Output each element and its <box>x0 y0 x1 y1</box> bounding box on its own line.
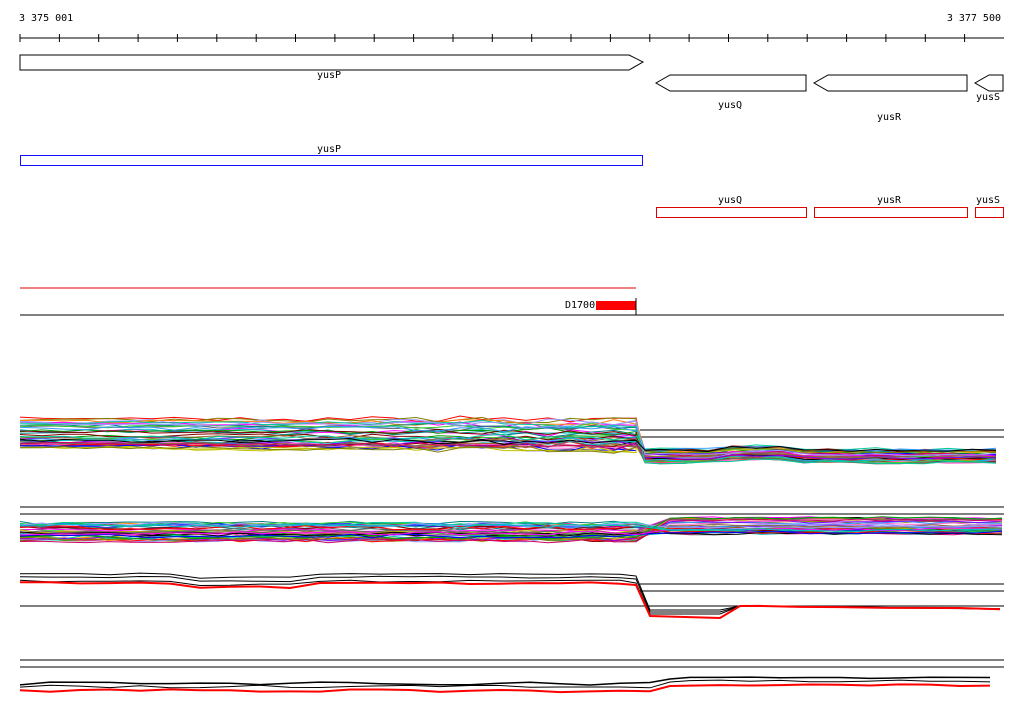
red-gene-label-yusQ: yusQ <box>717 195 743 206</box>
red-gene-label-yusS: yusS <box>975 195 1001 206</box>
expression-trace <box>20 581 1001 620</box>
gene-arrow-yusS[interactable] <box>973 74 1004 92</box>
gene-label-yusQ: yusQ <box>717 100 743 111</box>
gene-label-yusS: yusS <box>975 92 1001 103</box>
genome-browser-canvas <box>19 34 1004 694</box>
blue-gene-label-yusP: yusP <box>316 144 342 155</box>
blue-gene-box-yusP[interactable] <box>20 155 643 166</box>
expression-panel-4 <box>19 659 1004 694</box>
ruler <box>19 34 1004 42</box>
gene-arrow-yusP[interactable] <box>19 54 645 71</box>
gene-arrow-yusQ[interactable] <box>654 74 807 92</box>
red-gene-box-yusR[interactable] <box>814 207 968 218</box>
gene-arrow-yusR[interactable] <box>812 74 968 92</box>
expression-panel-1 <box>19 415 1004 465</box>
gene-label-yusP: yusP <box>316 70 342 81</box>
expression-trace <box>19 572 1001 611</box>
red-gene-label-yusR: yusR <box>876 195 902 206</box>
expression-panel-2 <box>19 506 1004 544</box>
gene-label-yusR: yusR <box>876 112 902 123</box>
red-gene-box-yusQ[interactable] <box>656 207 807 218</box>
expression-trace <box>19 676 991 686</box>
red-gene-box-yusS[interactable] <box>975 207 1004 218</box>
segment-block[interactable] <box>596 301 636 310</box>
expression-trace <box>19 579 1001 615</box>
expression-panel-3 <box>19 572 1004 620</box>
segment-label: D1700 <box>565 300 596 311</box>
